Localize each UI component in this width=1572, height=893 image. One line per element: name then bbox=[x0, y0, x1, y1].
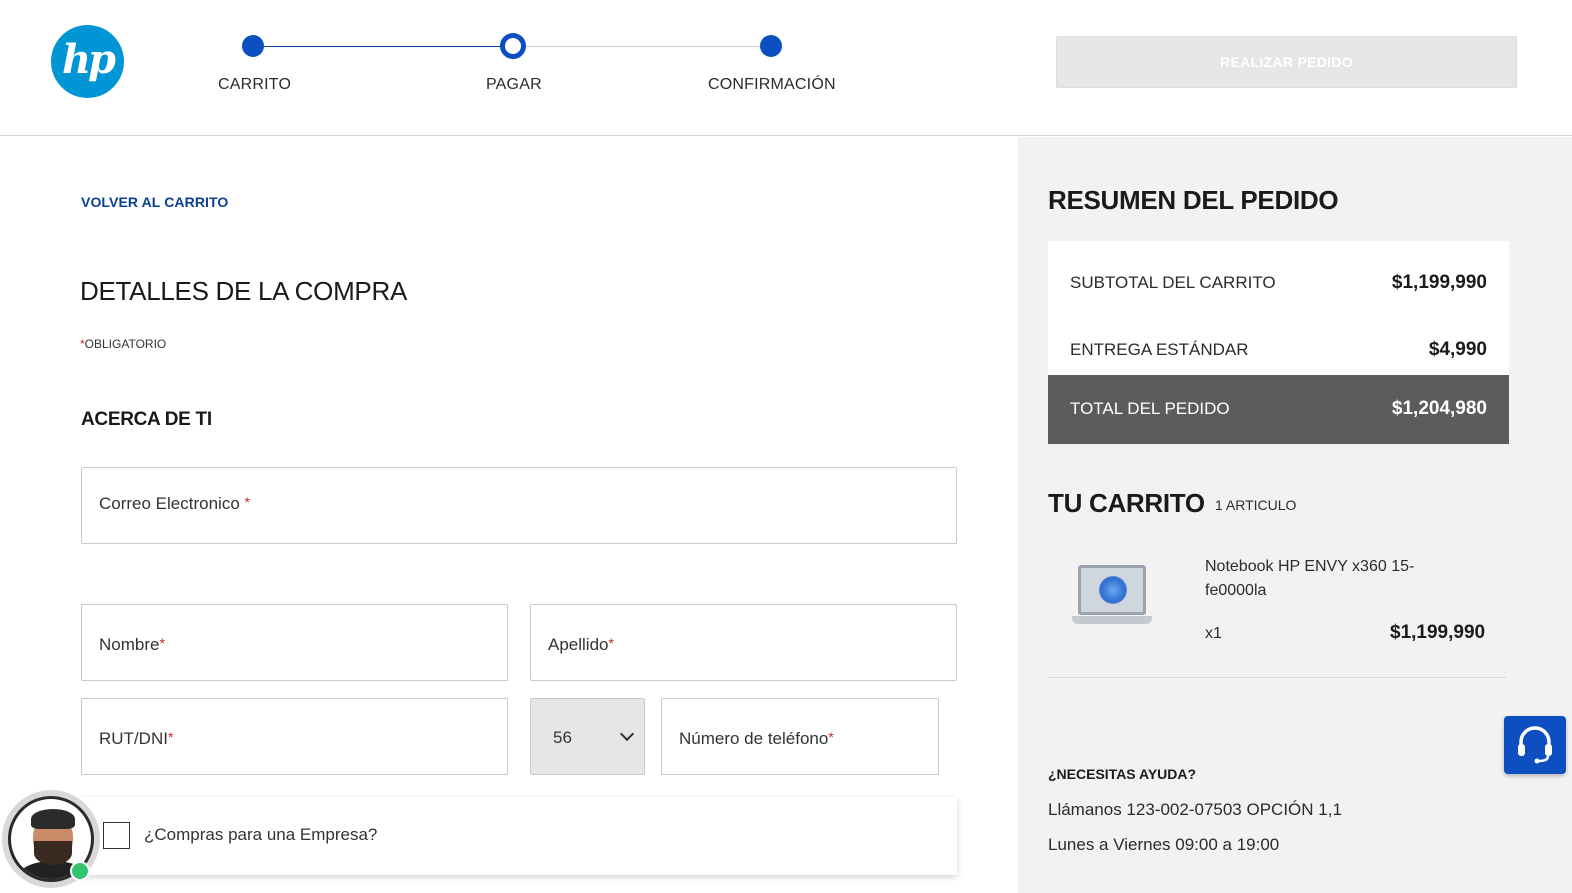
subtotal-value: $1,199,990 bbox=[1391, 272, 1487, 293]
required-note: *OBLIGATORIO bbox=[80, 337, 166, 351]
required-star: * bbox=[828, 729, 834, 745]
step-label-pay: PAGAR bbox=[486, 76, 542, 93]
product-name[interactable]: Notebook HP ENVY x360 15-fe0000la bbox=[1205, 555, 1445, 603]
delivery-value: $4,990 bbox=[1428, 339, 1487, 360]
page-title: DETALLES DE LA COMPRA bbox=[80, 276, 407, 306]
subtotal-row: SUBTOTAL DEL CARRITO $1,199,990 bbox=[1048, 249, 1509, 315]
last-name-label-text: Apellido bbox=[548, 635, 609, 654]
step-dot-pay-current bbox=[500, 33, 526, 59]
phone-label: Número de teléfono* bbox=[679, 729, 834, 749]
total-label: TOTAL DEL PEDIDO bbox=[1070, 399, 1230, 418]
required-star: * bbox=[608, 635, 614, 651]
required-star: * bbox=[159, 635, 165, 651]
delivery-row: ENTREGA ESTÁNDAR $4,990 bbox=[1048, 316, 1509, 382]
email-field[interactable]: Correo Electronico * bbox=[81, 467, 957, 544]
delivery-label: ENTREGA ESTÁNDAR bbox=[1070, 340, 1249, 359]
chat-support-button[interactable] bbox=[1504, 716, 1566, 774]
step-connector-pending bbox=[512, 46, 771, 47]
company-purchase-checkbox[interactable] bbox=[103, 822, 130, 849]
product-image[interactable] bbox=[1072, 561, 1152, 629]
headset-chat-icon bbox=[1518, 726, 1552, 764]
last-name-label: Apellido* bbox=[548, 635, 614, 655]
laptop-base bbox=[1072, 616, 1152, 624]
chevron-down-icon bbox=[619, 726, 635, 742]
country-code-value: 56 bbox=[553, 728, 572, 747]
total-value: $1,204,980 bbox=[1391, 398, 1487, 419]
phone-label-text: Número de teléfono bbox=[679, 729, 829, 748]
first-name-label: Nombre* bbox=[99, 635, 165, 655]
product-quantity: x1 bbox=[1205, 625, 1222, 642]
help-hours: Lunes a Viernes 09:00 a 19:00 bbox=[1048, 835, 1280, 854]
rut-dni-label-text: RUT/DNI bbox=[99, 729, 168, 748]
step-dot-cart bbox=[242, 35, 264, 57]
laptop-screen bbox=[1078, 565, 1146, 615]
rut-dni-label: RUT/DNI* bbox=[99, 729, 173, 749]
cart-title: TU CARRITO bbox=[1048, 488, 1205, 518]
company-purchase-box: ¿Compras para una Empresa? bbox=[81, 797, 957, 875]
required-star: * bbox=[244, 494, 250, 510]
email-label: Correo Electronico * bbox=[99, 494, 250, 514]
rut-dni-field[interactable]: RUT/DNI* bbox=[81, 698, 508, 775]
hp-logo[interactable]: hp bbox=[51, 25, 124, 98]
place-order-button[interactable]: REALIZAR PEDIDO bbox=[1056, 36, 1517, 88]
back-to-cart-link[interactable]: VOLVER AL CARRITO bbox=[81, 194, 228, 210]
step-label-confirmation: CONFIRMACIÓN bbox=[708, 76, 836, 93]
country-code-select[interactable]: 56 bbox=[530, 698, 645, 775]
section-title-about-you: ACERCA DE TI bbox=[81, 409, 212, 430]
company-purchase-label[interactable]: ¿Compras para una Empresa? bbox=[144, 825, 377, 845]
total-row: TOTAL DEL PEDIDO $1,204,980 bbox=[1048, 375, 1509, 444]
help-phone: Llámanos 123-002-07503 OPCIÓN 1,1 bbox=[1048, 800, 1342, 819]
divider bbox=[1048, 677, 1506, 678]
step-connector-completed bbox=[254, 46, 512, 47]
agent-hair bbox=[31, 809, 75, 829]
last-name-field[interactable]: Apellido* bbox=[530, 604, 957, 681]
required-star: * bbox=[167, 729, 174, 745]
step-label-cart: CARRITO bbox=[218, 76, 292, 93]
agent-avatar[interactable] bbox=[2, 790, 100, 888]
order-summary-panel: RESUMEN DEL PEDIDO SUBTOTAL DEL CARRITO … bbox=[1018, 137, 1572, 893]
summary-title: RESUMEN DEL PEDIDO bbox=[1048, 185, 1339, 215]
summary-box: SUBTOTAL DEL CARRITO $1,199,990 ENTREGA … bbox=[1048, 241, 1509, 444]
cart-item-count: 1 ARTICULO bbox=[1215, 497, 1297, 513]
hp-logo-text: hp bbox=[61, 36, 116, 83]
online-status-icon bbox=[70, 861, 90, 881]
help-title: ¿NECESITAS AYUDA? bbox=[1048, 766, 1197, 782]
step-dot-confirmation bbox=[760, 35, 782, 57]
first-name-field[interactable]: Nombre* bbox=[81, 604, 508, 681]
email-label-text: Correo Electronico bbox=[99, 494, 240, 513]
phone-field[interactable]: Número de teléfono* bbox=[661, 698, 939, 775]
first-name-label-text: Nombre bbox=[99, 635, 160, 654]
header: hp CARRITO PAGAR CONFIRMACIÓN REALIZAR P… bbox=[0, 0, 1572, 136]
agent-beard bbox=[34, 841, 72, 865]
subtotal-label: SUBTOTAL DEL CARRITO bbox=[1070, 273, 1276, 292]
required-note-text: OBLIGATORIO bbox=[84, 337, 167, 351]
product-price: $1,199,990 bbox=[1390, 622, 1486, 643]
